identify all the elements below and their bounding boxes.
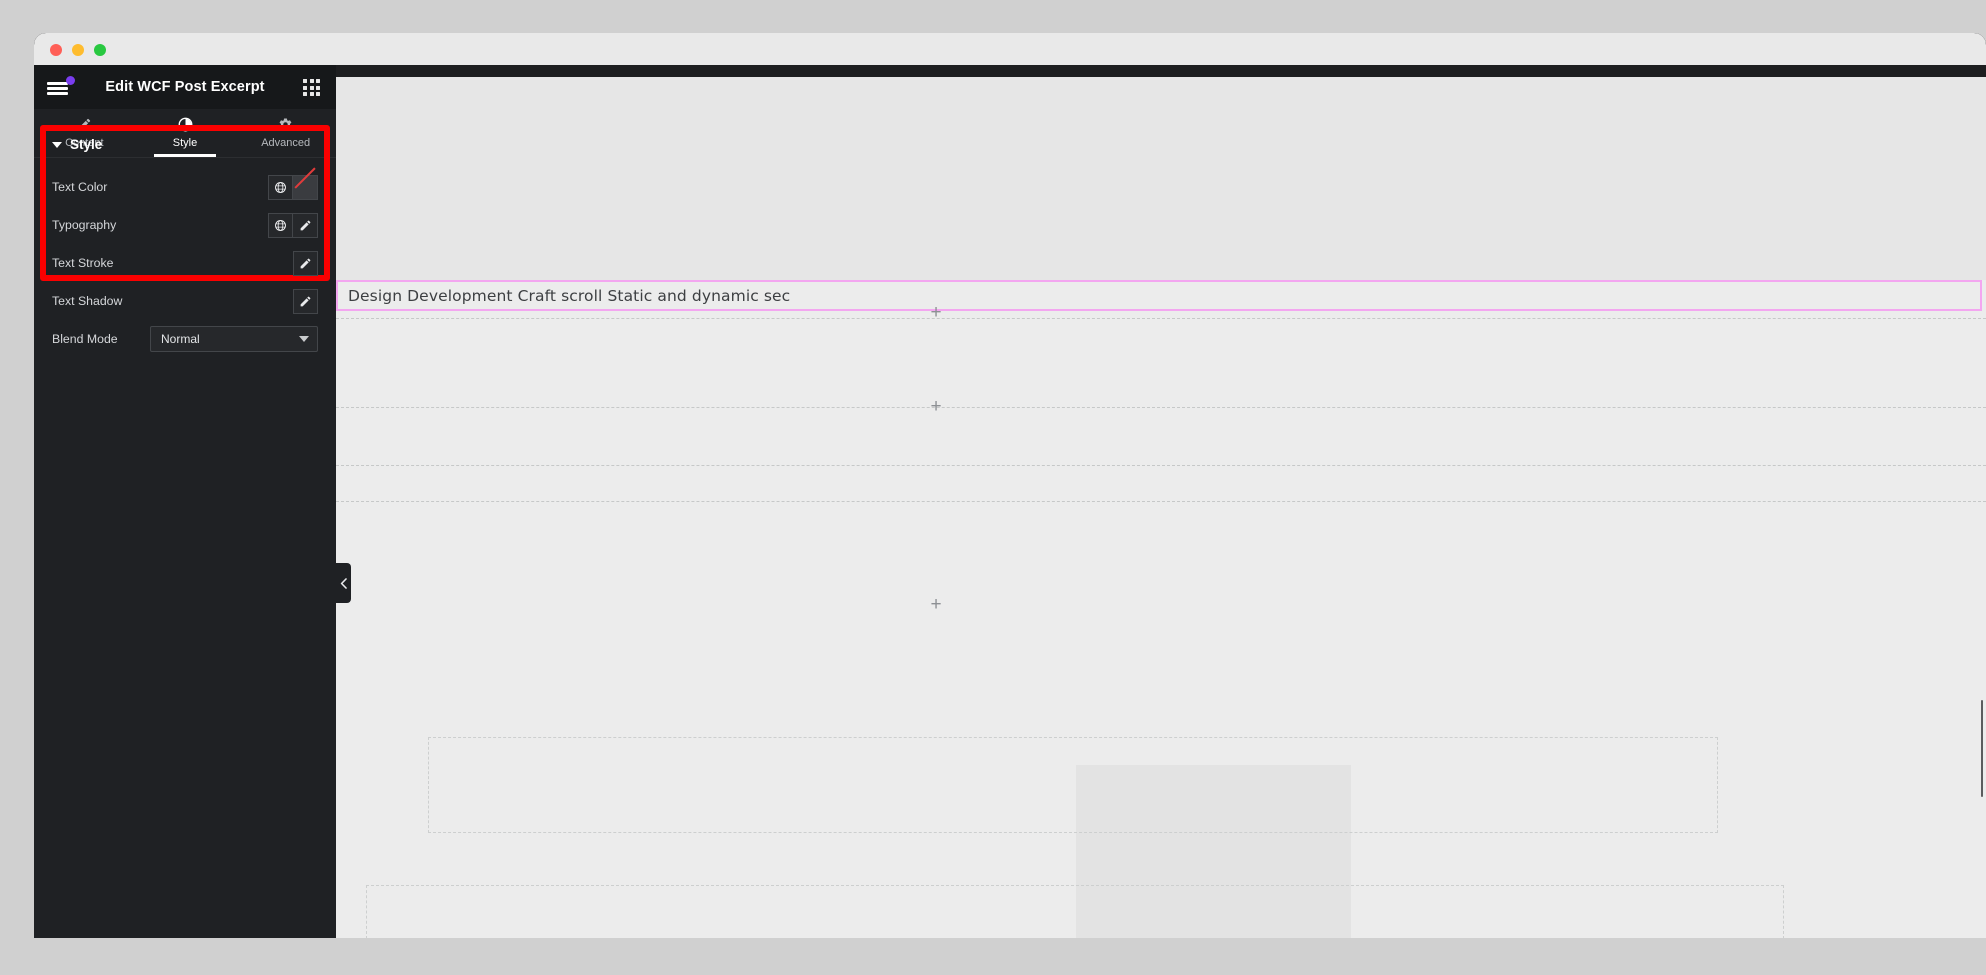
add-section-button-1[interactable]: + (928, 303, 944, 322)
panel-header: Edit WCF Post Excerpt (34, 65, 336, 109)
pencil-edit-icon (300, 296, 311, 306)
empty-section-container[interactable] (428, 737, 1718, 833)
section-divider-2 (336, 407, 1986, 408)
globe-icon-button-typography[interactable] (268, 212, 293, 238)
control-row-typography: Typography (46, 206, 324, 244)
text-stroke-label: Text Stroke (52, 256, 114, 270)
text-color-swatch-none[interactable] (293, 174, 318, 200)
style-section-header[interactable]: Style (46, 131, 324, 168)
globe-icon (275, 219, 286, 231)
edit-text-shadow-button[interactable] (293, 288, 318, 314)
notification-dot-icon (66, 76, 75, 85)
blend-mode-select[interactable]: Normal (150, 326, 318, 352)
blend-mode-label: Blend Mode (52, 332, 118, 346)
traffic-lights (50, 44, 106, 56)
pencil-edit-icon (300, 258, 311, 268)
canvas-band-top (336, 77, 1986, 280)
chevron-left-icon (340, 577, 347, 589)
panel-collapse-handle[interactable] (336, 563, 351, 603)
blend-mode-value: Normal (161, 332, 200, 346)
page-title: Edit WCF Post Excerpt (105, 79, 265, 95)
control-row-text-color: Text Color (46, 168, 324, 206)
minimize-button[interactable] (72, 44, 84, 56)
text-shadow-label: Text Shadow (52, 294, 123, 308)
grid-apps-icon[interactable] (303, 79, 320, 96)
style-section: Style Text Color Typography Text Stroke … (46, 131, 324, 358)
typography-label: Typography (52, 218, 117, 232)
hamburger-icon[interactable] (47, 76, 75, 97)
globe-icon-button-text-color[interactable] (268, 174, 293, 200)
browser-window: Edit WCF Post Excerpt Content Style Adva… (34, 33, 1986, 938)
control-row-text-shadow: Text Shadow (46, 282, 324, 320)
text-color-controls (268, 174, 318, 200)
edit-typography-button[interactable] (293, 212, 318, 238)
typography-controls (268, 212, 318, 238)
control-row-blend-mode: Blend Mode Normal (46, 320, 324, 358)
section-divider-1 (336, 318, 1986, 319)
post-excerpt-text: Design Development Craft scroll Static a… (348, 286, 791, 305)
globe-icon (275, 181, 286, 193)
zoom-button[interactable] (94, 44, 106, 56)
pencil-icon (78, 118, 90, 131)
preview-canvas: Design Development Craft scroll Static a… (336, 65, 1986, 938)
screenshot-root: Edit WCF Post Excerpt Content Style Adva… (0, 0, 1986, 975)
empty-section-container-2[interactable] (366, 885, 1784, 938)
pencil-edit-icon (300, 220, 310, 230)
editor-panel: Edit WCF Post Excerpt Content Style Adva… (34, 65, 336, 938)
canvas-scrollbar[interactable] (1980, 700, 1983, 797)
canvas-top-strip (336, 65, 1986, 77)
caret-down-icon (52, 141, 62, 148)
add-section-button-2[interactable]: + (928, 397, 944, 416)
close-button[interactable] (50, 44, 62, 56)
section-divider-3 (336, 465, 1986, 466)
window-titlebar (34, 33, 1986, 65)
style-section-title: Style (70, 137, 103, 152)
text-color-label: Text Color (52, 180, 108, 194)
chevron-down-icon (299, 336, 309, 342)
text-stroke-controls (293, 250, 318, 276)
text-shadow-controls (293, 288, 318, 314)
control-row-text-stroke: Text Stroke (46, 244, 324, 282)
edit-text-stroke-button[interactable] (293, 250, 318, 276)
section-divider-4 (336, 501, 1986, 502)
gear-icon (279, 118, 292, 131)
add-section-button-3[interactable]: + (928, 595, 944, 614)
selected-widget-post-excerpt[interactable]: Design Development Craft scroll Static a… (336, 280, 1982, 311)
contrast-icon (178, 117, 192, 132)
